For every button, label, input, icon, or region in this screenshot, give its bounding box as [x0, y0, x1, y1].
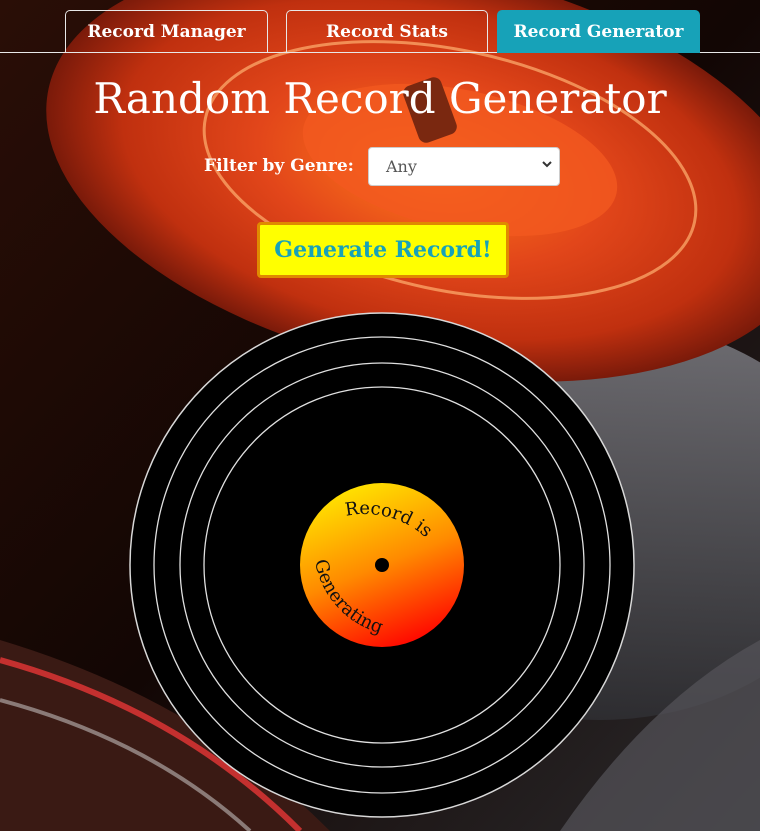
tab-label: Record Stats — [326, 22, 448, 42]
tab-bar: Record Manager Record Stats Record Gener… — [0, 0, 760, 53]
genre-select-value: Any — [386, 157, 417, 176]
chevron-down-icon — [542, 161, 552, 168]
vinyl-record: Record is Generating — [129, 312, 635, 818]
generate-record-button-label: Generate Record! — [274, 237, 492, 263]
page-title: Random Record Generator — [93, 74, 667, 123]
tab-label: Record Manager — [87, 22, 246, 42]
record-spindle-hole — [375, 558, 389, 572]
tab-label: Record Generator — [513, 22, 684, 42]
tab-record-manager[interactable]: Record Manager — [65, 10, 268, 53]
genre-select[interactable]: Any — [368, 147, 560, 186]
tab-record-generator[interactable]: Record Generator — [497, 10, 700, 53]
generate-record-button[interactable]: Generate Record! — [257, 222, 509, 278]
tab-record-stats[interactable]: Record Stats — [286, 10, 488, 53]
genre-filter-label: Filter by Genre: — [204, 156, 354, 176]
